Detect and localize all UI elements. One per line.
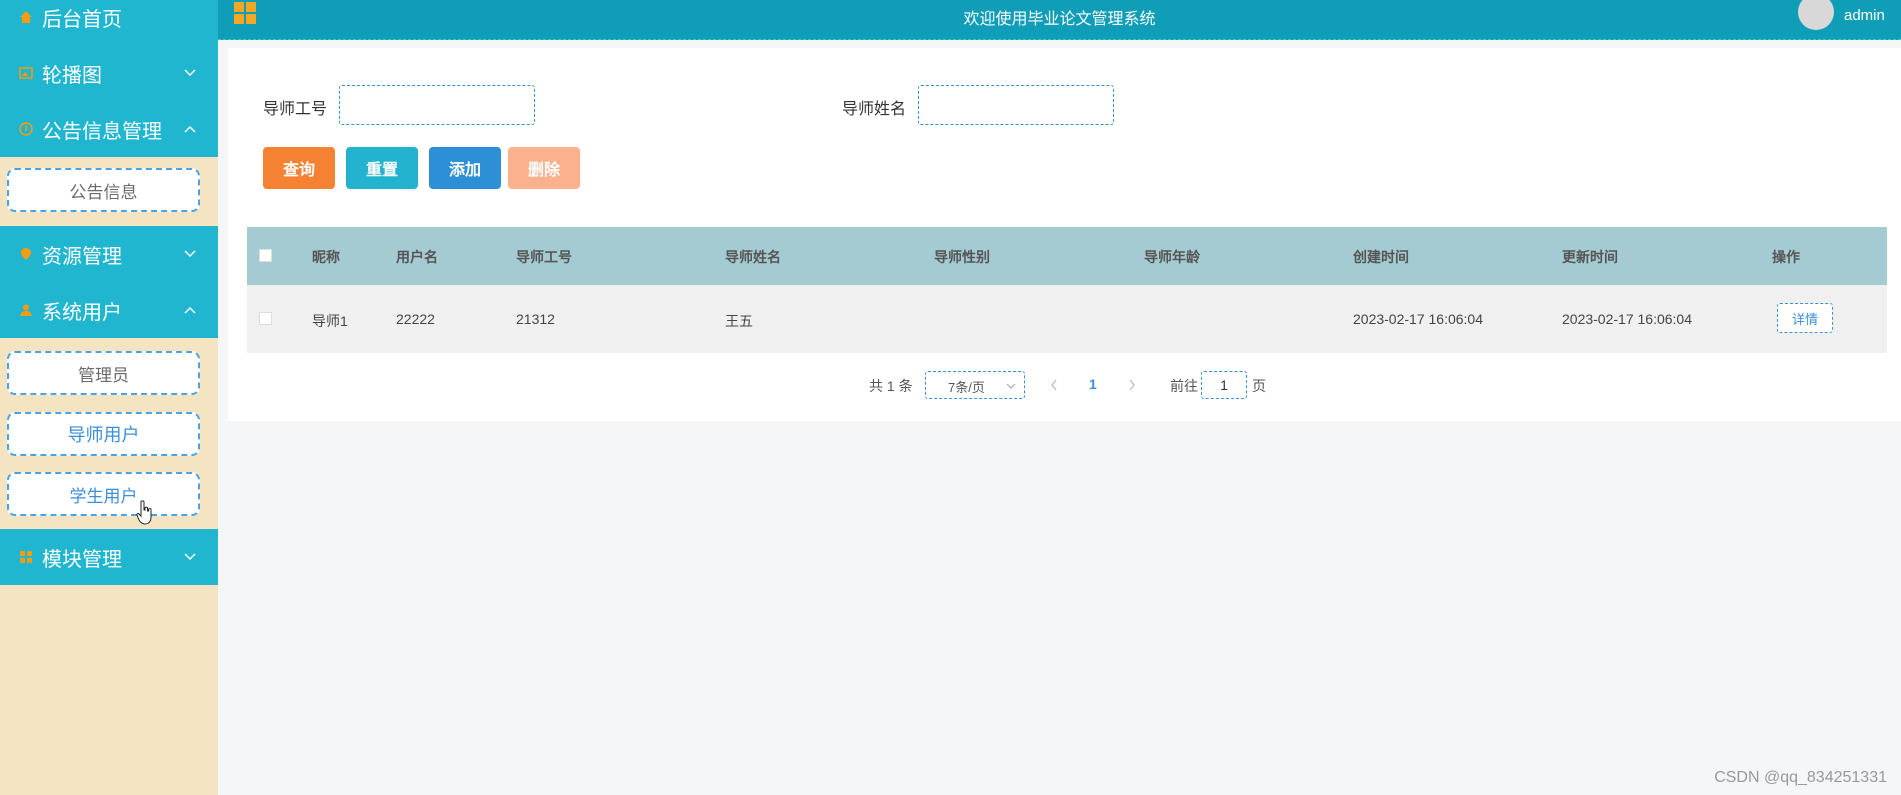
next-page-icon[interactable] [1128,378,1136,394]
cell-username: 22222 [396,311,435,327]
home-icon [18,9,34,25]
grid-icon [18,549,34,565]
header-username[interactable]: admin [1844,7,1885,24]
goto-page-input[interactable]: 1 [1201,371,1247,399]
cell-created: 2023-02-17 16:06:04 [1353,311,1483,327]
column-header: 昵称 [312,249,340,265]
chevron-down-icon [182,65,198,81]
column-header: 导师性别 [934,249,990,265]
delete-button[interactable]: 删除 [508,147,580,189]
pagination-total: 共 1 条 [869,378,913,394]
select-all-checkbox[interactable] [259,249,272,262]
chevron-down-icon [182,549,198,565]
goto-label: 前往 [1170,378,1198,394]
sidebar-subitem-label: 管理员 [78,365,129,385]
sidebar-item-notice-mgmt[interactable]: 公告信息管理 [0,101,218,157]
column-header: 导师工号 [516,249,572,265]
sidebar-item-module-mgmt[interactable]: 模块管理 [0,529,218,585]
sidebar-item-carousel[interactable]: 轮播图 [0,45,218,101]
sidebar-subitem-notice-info[interactable]: 公告信息 [7,168,200,212]
user-icon [18,302,34,318]
location-icon [18,246,34,262]
sidebar-item-label: 轮播图 [42,64,102,87]
chevron-up-icon [182,121,198,137]
sidebar-item-label: 公告信息管理 [42,120,162,143]
sidebar-item-label: 系统用户 [42,301,122,324]
chevron-up-icon [182,302,198,318]
query-button[interactable]: 查询 [263,147,335,189]
column-header: 导师年龄 [1144,249,1200,265]
sidebar-subitem-admin[interactable]: 管理员 [7,351,200,395]
sidebar-subitem-tutor-users[interactable]: 导师用户 [7,412,200,456]
column-header: 操作 [1772,249,1800,265]
sidebar-item-system-users[interactable]: 系统用户 [0,282,218,338]
sidebar-item-label: 后台首页 [42,8,122,31]
watermark: CSDN @qq_834251331 [1714,769,1887,786]
hand-cursor-icon [136,500,152,525]
cell-updated: 2023-02-17 16:06:04 [1562,311,1692,327]
top-header: 欢迎使用毕业论文管理系统 admin [218,0,1901,40]
header-title: 欢迎使用毕业论文管理系统 [963,11,1156,28]
sidebar-item-resource-mgmt[interactable]: 资源管理 [0,226,218,282]
column-header: 导师姓名 [725,249,781,265]
detail-button[interactable]: 详情 [1777,303,1833,333]
column-header: 更新时间 [1562,249,1618,265]
sidebar-subitem-student-users[interactable]: 学生用户 [7,472,200,516]
page-size-select[interactable]: 7条/页 [925,371,1025,399]
sidebar-item-home[interactable]: 后台首页 [0,0,218,45]
page-size-value: 7条/页 [948,380,985,395]
chevron-down-icon [1006,378,1016,393]
row-checkbox[interactable] [259,312,272,325]
column-header: 用户名 [396,249,438,265]
cell-tutor-id: 21312 [516,311,555,327]
tutor-name-label: 导师姓名 [842,101,907,118]
column-header: 创建时间 [1353,249,1409,265]
sidebar-item-label: 资源管理 [42,245,122,268]
table-header: 昵称 用户名 导师工号 导师姓名 导师性别 导师年龄 创建时间 更新时间 操作 [247,227,1887,285]
sidebar-item-label: 模块管理 [42,548,122,571]
page-number-current[interactable]: 1 [1089,376,1097,392]
chevron-down-icon [182,246,198,262]
cell-tutor-name: 王五 [725,313,753,329]
table-row: 导师1 22222 21312 王五 2023-02-17 16:06:04 2… [247,285,1887,353]
tutor-id-label: 导师工号 [263,101,328,118]
sidebar-subitem-label: 导师用户 [67,425,140,445]
sidebar: 后台首页 轮播图 公告信息管理 公告信息 资源管理 系统用户 管理员 导师用户 … [0,0,218,795]
tutor-name-input[interactable] [918,85,1114,125]
image-icon [18,65,34,81]
sidebar-subitem-label: 学生用户 [69,486,138,506]
prev-page-icon[interactable] [1050,378,1058,394]
add-button[interactable]: 添加 [429,147,501,189]
tutor-id-input[interactable] [339,85,535,125]
page-suffix-label: 页 [1252,378,1266,394]
cell-nickname: 导师1 [312,313,348,329]
sidebar-subitem-label: 公告信息 [69,182,138,202]
reset-button[interactable]: 重置 [346,147,418,189]
info-icon [18,121,34,137]
